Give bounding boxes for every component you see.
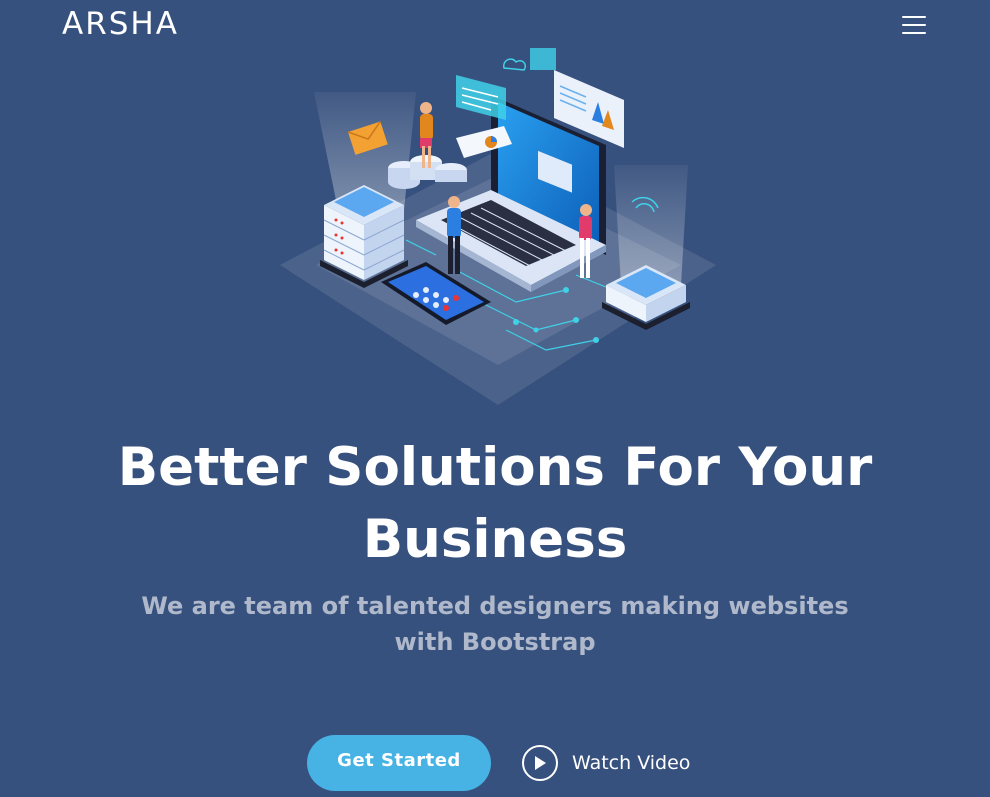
hero-title: Better Solutions For Your Business [117,437,873,570]
page: ARSHA Better Solutions For Your Business… [0,0,990,797]
hamburger-menu-icon[interactable] [898,12,930,40]
logo[interactable]: ARSHA [62,4,179,44]
isometric-data-center-illustration [280,48,716,405]
play-circle-icon [522,745,558,781]
watch-video-label: Watch Video [572,752,691,774]
get-started-button[interactable]: Get Started [307,735,491,791]
watch-video-button[interactable]: Watch Video [522,741,690,785]
hero-subtitle: We are team of talented designers making… [141,592,849,656]
